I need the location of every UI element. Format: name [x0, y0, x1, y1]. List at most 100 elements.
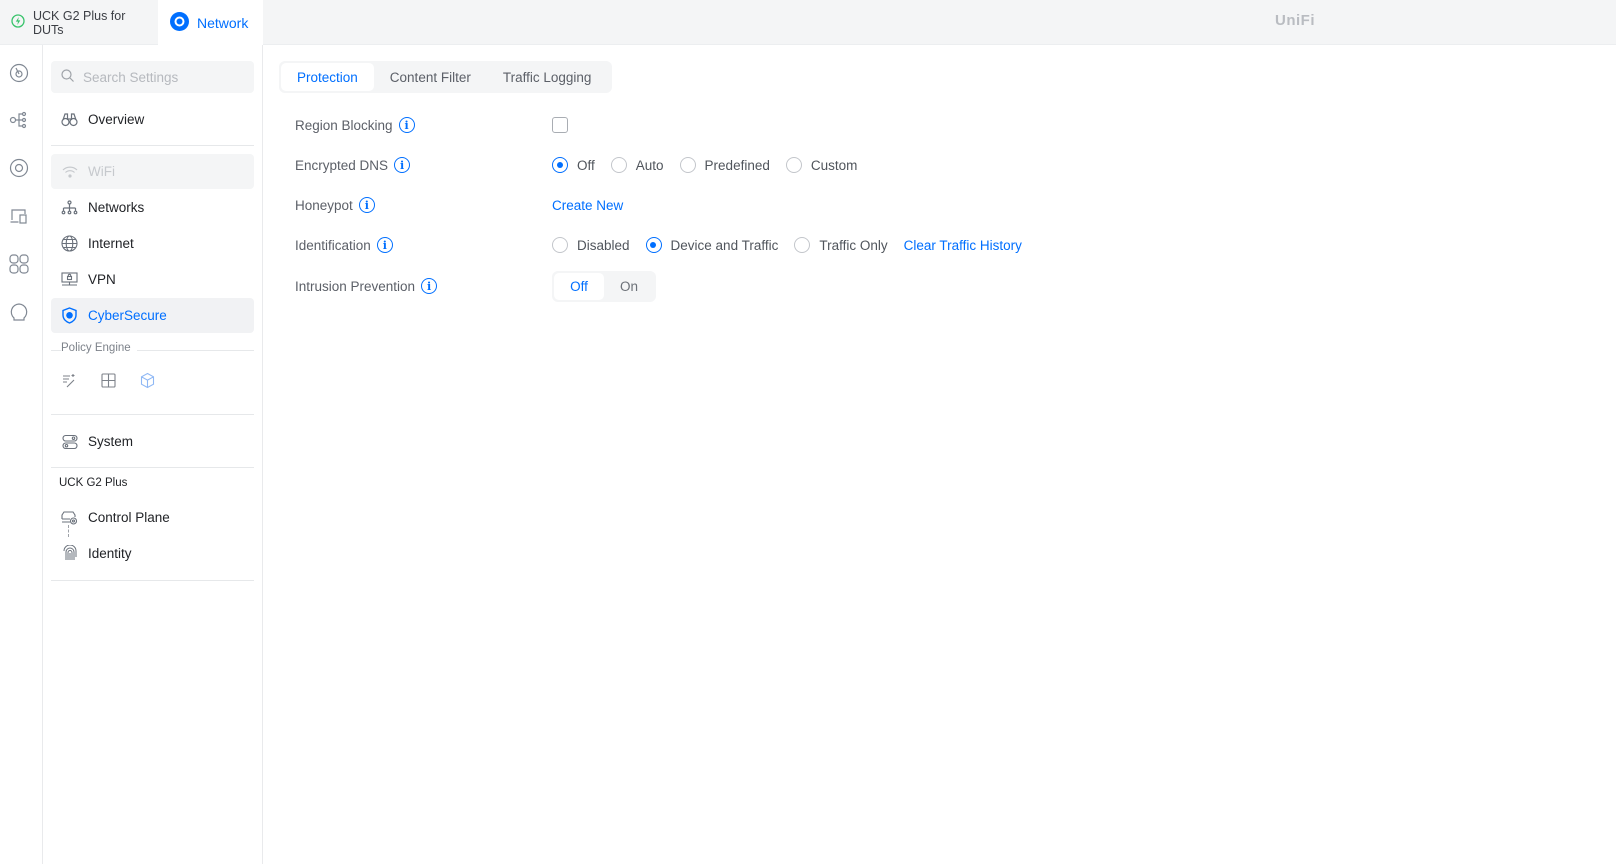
tab-protection[interactable]: Protection — [281, 63, 374, 91]
identification-row: Identification i Disabled Device and Traf… — [295, 233, 1022, 257]
globe-icon — [61, 235, 78, 252]
search-settings[interactable] — [51, 61, 254, 93]
binoculars-icon — [61, 111, 78, 128]
radio-label: Off — [577, 157, 595, 173]
sidebar-item-networks[interactable]: Networks — [51, 190, 254, 225]
main-content: Protection Content Filter Traffic Loggin… — [263, 45, 1616, 864]
info-icon[interactable]: i — [398, 117, 415, 133]
item-label: Networks — [88, 200, 145, 215]
divider — [51, 580, 254, 581]
radio — [794, 237, 811, 253]
dashboard-icon[interactable] — [8, 62, 30, 84]
info-icon[interactable]: i — [421, 278, 438, 294]
region-blocking-row: Region Blocking i — [295, 113, 568, 137]
fingerprint-icon — [61, 545, 78, 562]
item-label: WiFi — [88, 164, 115, 179]
search-input[interactable] — [83, 69, 233, 85]
dns-radio-auto[interactable]: Auto — [610, 157, 664, 173]
honeypot-row: Honeypot i Create New — [295, 193, 623, 217]
device-section-label: UCK G2 Plus — [59, 477, 128, 489]
search-icon — [61, 69, 74, 85]
intrusion-prevention-row: Intrusion Prevention i Off On — [295, 270, 656, 302]
dns-radio-off[interactable]: Off — [552, 157, 595, 173]
power-icon — [11, 14, 25, 31]
item-label: Overview — [88, 112, 145, 127]
sidebar-item-system[interactable]: System — [51, 424, 254, 459]
info-icon[interactable]: i — [358, 197, 375, 213]
radio — [785, 157, 802, 173]
toggle-on[interactable]: On — [604, 273, 654, 300]
policy-engine-label: Policy Engine — [61, 342, 137, 354]
tab-traffic-logging[interactable]: Traffic Logging — [487, 63, 608, 91]
identification-radio-disabled[interactable]: Disabled — [552, 237, 630, 253]
topology-icon[interactable] — [8, 109, 30, 131]
divider — [51, 414, 254, 415]
item-label: Internet — [88, 236, 134, 251]
item-label: Identity — [88, 546, 132, 561]
radio — [679, 157, 696, 173]
divider — [51, 467, 254, 468]
network-tree-icon — [61, 199, 78, 216]
cube-icon[interactable] — [139, 372, 156, 392]
identification-label: Identification — [295, 237, 371, 253]
item-label: Control Plane — [88, 510, 170, 525]
identification-radio-device-traffic[interactable]: Device and Traffic — [645, 237, 779, 253]
devices-icon[interactable] — [8, 157, 30, 179]
alerts-icon[interactable] — [8, 301, 30, 323]
item-label: System — [88, 434, 134, 449]
app-tab-label: UCK G2 Plus for DUTs — [33, 8, 126, 37]
sidebar-item-identity[interactable]: Identity — [51, 536, 254, 571]
vpn-icon — [61, 271, 78, 288]
app-tab-network[interactable]: Network — [158, 0, 263, 45]
info-icon[interactable]: i — [376, 237, 393, 253]
radio — [552, 237, 568, 253]
top-bar: UCK G2 Plus for DUTs Network UniFi — [0, 0, 1616, 45]
dns-radio-custom[interactable]: Custom — [785, 157, 858, 173]
info-icon[interactable]: i — [394, 157, 411, 173]
radio-selected — [645, 237, 662, 253]
magic-rules-icon[interactable] — [61, 372, 78, 392]
control-plane-icon — [61, 509, 78, 526]
radio-label: Auto — [635, 157, 664, 173]
region-blocking-label: Region Blocking — [295, 117, 393, 133]
settings-sidebar: Overview WiFi Networks Internet VPN Cybe… — [43, 45, 263, 864]
sidebar-item-cybersecure[interactable]: CyberSecure — [51, 298, 254, 333]
insights-icon[interactable] — [8, 253, 30, 275]
radio-label: Traffic Only — [819, 237, 888, 253]
policy-table-icon[interactable] — [100, 372, 117, 392]
radio-label: Device and Traffic — [670, 237, 779, 253]
sidebar-item-overview[interactable]: Overview — [51, 102, 254, 137]
system-icon — [61, 433, 78, 450]
encrypted-dns-row: Encrypted DNS i Off Auto Predefined Custo… — [295, 153, 873, 177]
item-label: CyberSecure — [88, 308, 167, 323]
honeypot-label: Honeypot — [295, 197, 353, 213]
app-tab-console[interactable]: UCK G2 Plus for DUTs — [0, 0, 158, 45]
radio-label: Predefined — [704, 157, 770, 173]
wifi-icon — [61, 163, 78, 180]
identification-radio-traffic-only[interactable]: Traffic Only — [794, 237, 888, 253]
sidebar-item-control-plane[interactable]: Control Plane — [51, 500, 254, 535]
item-label: VPN — [88, 272, 116, 287]
network-app-icon — [170, 11, 189, 34]
toggle-off[interactable]: Off — [554, 272, 604, 300]
intrusion-prevention-label: Intrusion Prevention — [295, 278, 416, 294]
divider — [51, 145, 254, 146]
clear-traffic-history-link[interactable]: Clear Traffic History — [904, 238, 1022, 253]
settings-tabs: Protection Content Filter Traffic Loggin… — [279, 61, 612, 93]
sidebar-item-internet[interactable]: Internet — [51, 226, 254, 261]
radio-selected — [552, 157, 568, 173]
dns-radio-predefined[interactable]: Predefined — [679, 157, 770, 173]
sidebar-item-vpn[interactable]: VPN — [51, 262, 254, 297]
unifi-logo: UniFi — [1275, 12, 1315, 29]
region-blocking-checkbox[interactable] — [552, 117, 568, 133]
sidebar-item-wifi[interactable]: WiFi — [51, 154, 254, 189]
radio-label: Disabled — [577, 237, 630, 253]
tab-content-filter[interactable]: Content Filter — [374, 63, 487, 91]
create-new-link[interactable]: Create New — [552, 198, 623, 213]
clients-icon[interactable] — [8, 205, 30, 227]
intrusion-prevention-toggle: Off On — [552, 270, 656, 302]
encrypted-dns-label: Encrypted DNS — [295, 157, 389, 173]
radio-label: Custom — [810, 157, 858, 173]
shield-icon — [61, 307, 78, 324]
radio — [610, 157, 627, 173]
